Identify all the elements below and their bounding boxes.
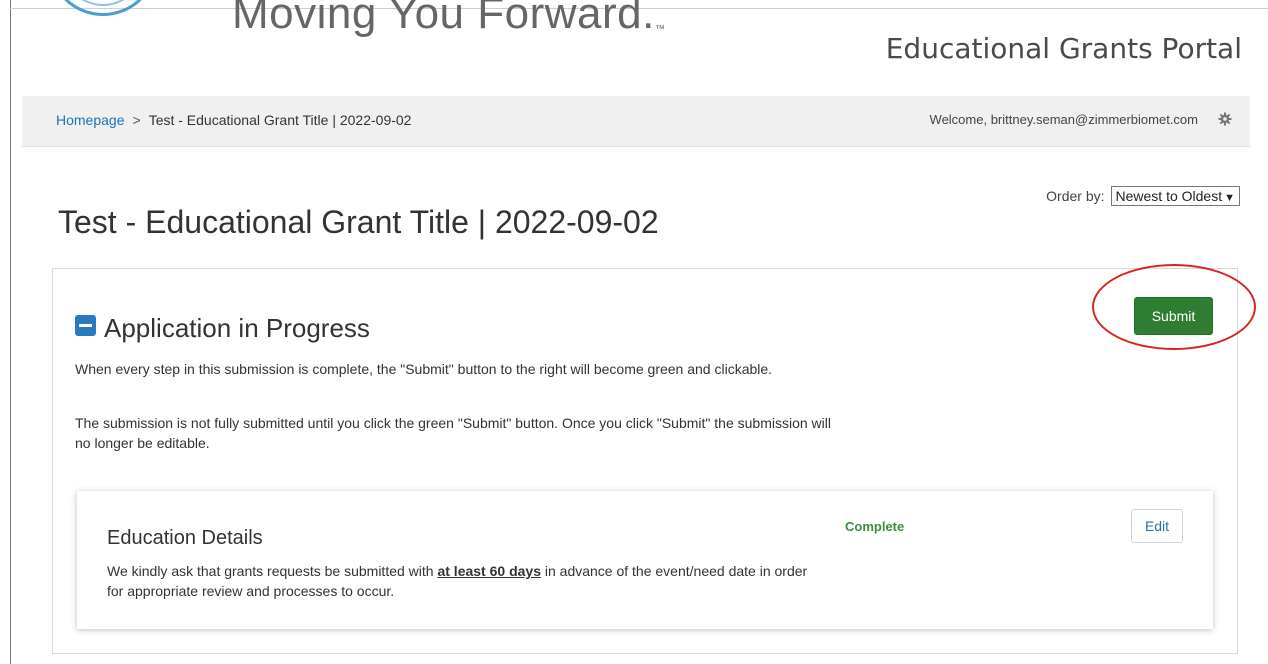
brand-tagline: Moving You Forward.™	[232, 0, 665, 42]
trademark-mark: ™	[654, 24, 666, 35]
gear-icon[interactable]	[1218, 112, 1232, 126]
submit-button[interactable]: Submit	[1134, 297, 1213, 335]
edit-button[interactable]: Edit	[1131, 509, 1183, 543]
step-title: Education Details	[107, 527, 263, 549]
instruction-text-1: When every step in this submission is co…	[75, 361, 773, 377]
breadcrumb-current: Test - Educational Grant Title | 2022-09…	[148, 112, 412, 128]
gear-icon-svg	[1218, 112, 1232, 126]
breadcrumb-bar: Homepage > Test - Educational Grant Title …	[22, 96, 1250, 147]
page-frame-left-border	[10, 0, 11, 664]
step-card-education-details: Education Details Complete Edit We kindl…	[77, 491, 1213, 629]
order-by-selected-value: Newest to Oldest	[1115, 188, 1223, 204]
step-status-badge: Complete	[845, 519, 905, 534]
application-title: Application in Progress	[104, 313, 370, 343]
instruction-text-2: The submission is not fully submitted un…	[75, 415, 831, 451]
minus-square-icon[interactable]	[75, 315, 96, 336]
breadcrumb-home-link[interactable]: Homepage	[56, 112, 125, 128]
portal-title: Educational Grants Portal	[885, 32, 1242, 65]
brand-tagline-text: Moving You Forward.	[232, 0, 655, 38]
order-by-select[interactable]: Newest to Oldest ▼	[1110, 186, 1240, 206]
welcome-text: Welcome, brittney.seman@zimmerbiomet.com	[929, 112, 1198, 127]
step-description-emphasis: at least 60 days	[437, 563, 541, 579]
page-title: Test - Educational Grant Title | 2022-09…	[58, 204, 659, 240]
step-description-start: We kindly ask that grants requests be su…	[107, 563, 438, 579]
breadcrumb-separator: >	[132, 112, 141, 128]
order-by-label: Order by:	[1046, 188, 1105, 204]
step-description: We kindly ask that grants requests be su…	[107, 561, 827, 601]
order-by-control: Order by: Newest to Oldest ▼	[1046, 186, 1240, 206]
application-header: Application in Progress	[75, 313, 370, 344]
breadcrumb: Homepage > Test - Educational Grant Title …	[56, 96, 411, 146]
chevron-down-icon: ▼	[1224, 192, 1235, 204]
application-panel: Application in Progress When every step …	[52, 268, 1238, 654]
